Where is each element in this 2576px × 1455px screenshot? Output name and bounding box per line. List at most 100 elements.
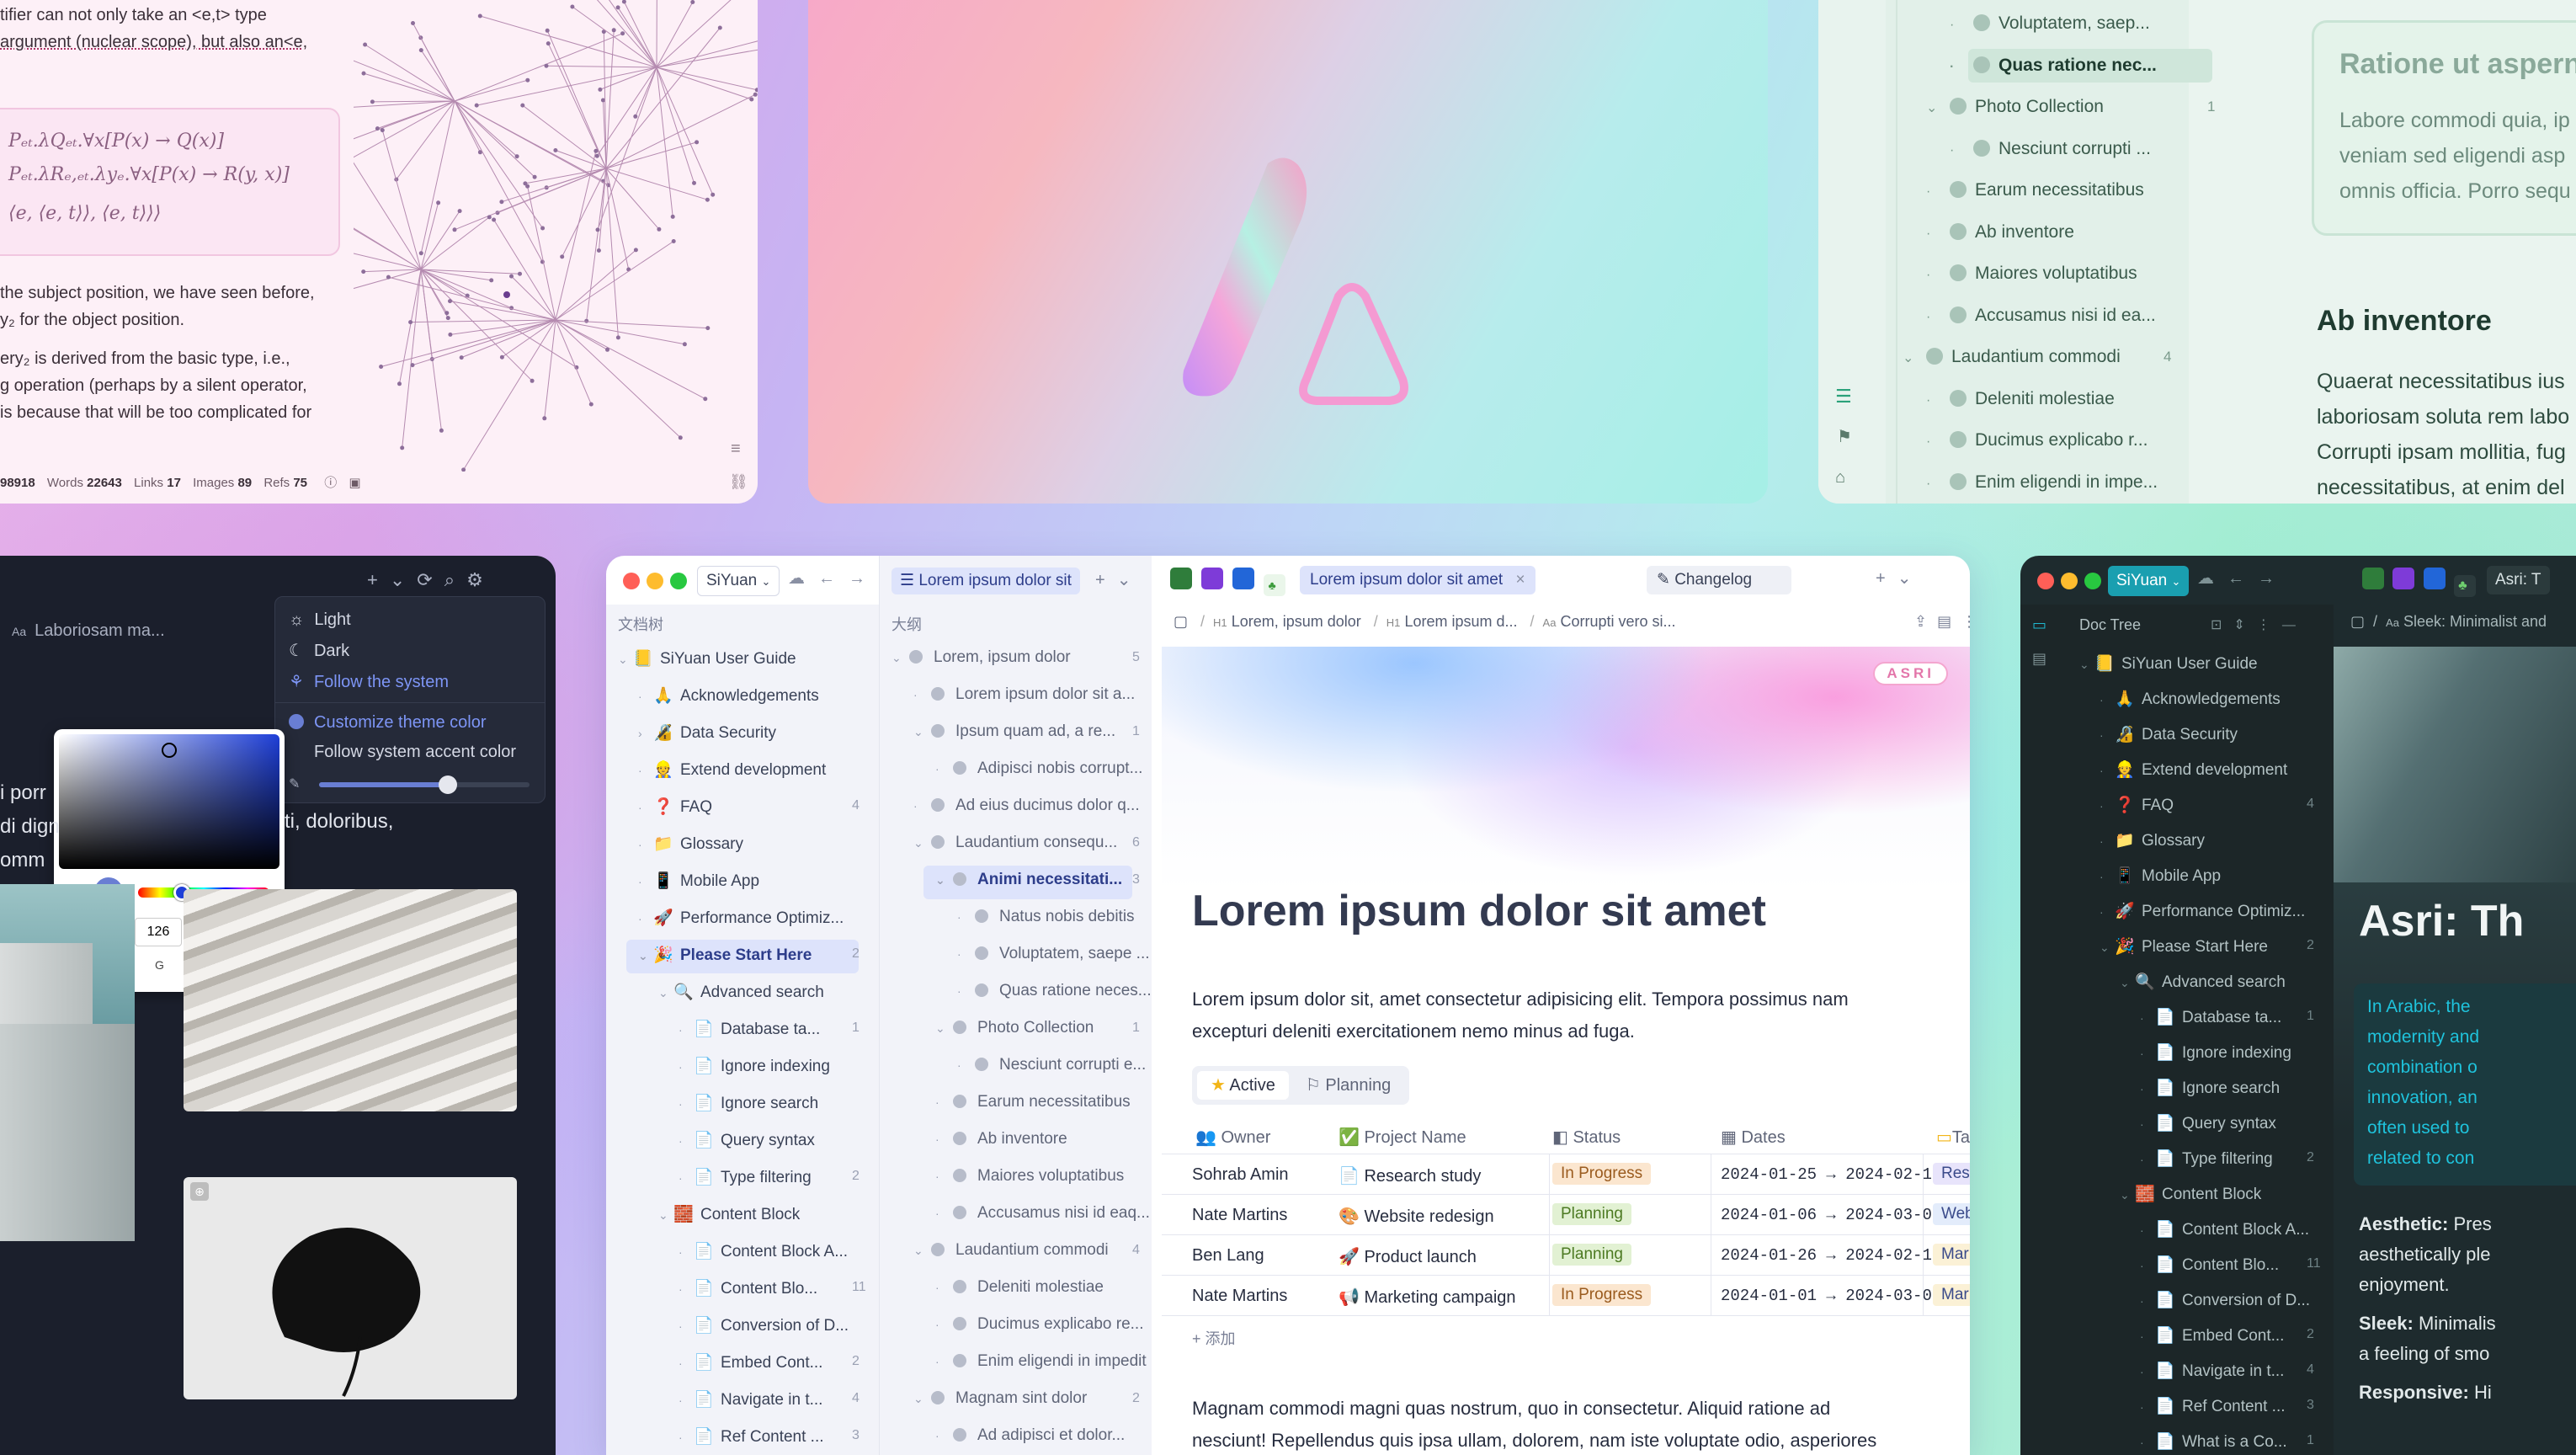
chevron-down-icon[interactable]: ⌄: [1117, 571, 1143, 589]
tag-badge[interactable]: Mar: [1933, 1244, 1970, 1266]
file-tree-item[interactable]: · 🙏 Acknowledgements: [638, 685, 819, 706]
outline-item[interactable]: ⌄ Photo Collection: [1926, 97, 2104, 117]
chevron-down-icon[interactable]: ⌄: [2079, 658, 2094, 672]
doc-tree-item[interactable]: ⌄ 🔍 Advanced search: [2120, 972, 2286, 992]
file-tree-item[interactable]: ⌄ 📒 SiYuan User Guide: [618, 648, 796, 669]
breadcrumb-item[interactable]: Sleek: Minimalist and: [2403, 613, 2547, 630]
add-icon[interactable]: +: [367, 569, 390, 590]
doc-tree-item[interactable]: · 🔏 Data Security: [2100, 724, 2238, 744]
chevron-down-icon[interactable]: ⌄: [1897, 569, 1924, 588]
cloud-icon[interactable]: ☁: [788, 569, 818, 588]
doc-tree-item[interactable]: · 📄 Conversion of D...: [2140, 1290, 2310, 1310]
col-status[interactable]: ◧ Status: [1552, 1127, 1621, 1148]
folder-dock-icon[interactable]: ▭: [2032, 616, 2046, 634]
chevron-down-icon[interactable]: ⌄: [1903, 349, 1926, 366]
forward-icon[interactable]: →: [849, 569, 879, 588]
outline-item[interactable]: · Lorem ipsum dolor sit a...: [913, 685, 1135, 704]
outline-item[interactable]: ⌄ Ipsum quam ad, a re...: [913, 722, 1115, 741]
file-tree-item[interactable]: ⌄ 🧱 Content Block: [658, 1204, 800, 1224]
cover-image[interactable]: [2334, 647, 2576, 882]
chevron-down-icon[interactable]: ⌄: [2120, 976, 2135, 990]
chevron-down-icon[interactable]: ⌄: [935, 873, 950, 887]
file-tree-item[interactable]: ⌄ 🎉 Please Start Here: [638, 945, 812, 965]
document-title[interactable]: Lorem ipsum dolor sit amet: [1192, 886, 1766, 936]
status-badge[interactable]: In Progress: [1552, 1163, 1652, 1185]
maximize-window-button[interactable]: [670, 573, 687, 589]
outline-item[interactable]: · Nesciunt corrupti e...: [957, 1056, 1146, 1074]
outline-item[interactable]: · Accusamus nisi id ea...: [1926, 306, 2156, 326]
cell-owner[interactable]: Nate Martins: [1192, 1206, 1287, 1225]
file-tree-item[interactable]: ⌄ 🔍 Advanced search: [658, 982, 824, 1002]
breadcrumb[interactable]: Aa Laboriosam ma...: [12, 621, 165, 641]
file-tree-item[interactable]: · 📁 Glossary: [638, 834, 743, 854]
doc-tree-item[interactable]: · 📄 Database ta...: [2140, 1007, 2281, 1027]
menu-item-dark[interactable]: ☾ Dark: [275, 635, 545, 666]
file-tree-item[interactable]: · 📄 Database ta...: [679, 1019, 820, 1039]
table-row[interactable]: Ben Lang 🚀 Product launch Planning 2024-01-…: [1162, 1234, 1970, 1276]
outline-item[interactable]: ⌄ Laudantium commodi: [913, 1241, 1109, 1260]
file-tree-item[interactable]: · 📄 Content Blo...: [679, 1278, 817, 1298]
workspace-selector[interactable]: SiYuan ⌄: [697, 566, 780, 596]
doc-tree-item[interactable]: · 📄 Ignore search: [2140, 1078, 2280, 1098]
outline-item[interactable]: · Ducimus explicabo re...: [935, 1315, 1143, 1334]
back-icon[interactable]: ←: [818, 569, 849, 588]
outline-item[interactable]: · Deleniti molestiae: [1926, 389, 2115, 409]
file-tree-item[interactable]: · 📄 Embed Cont...: [679, 1352, 822, 1372]
doc-tree-item[interactable]: · 📄 Embed Cont...: [2140, 1325, 2284, 1346]
cell-owner[interactable]: Ben Lang: [1192, 1246, 1264, 1266]
view-active[interactable]: ★ Active: [1197, 1071, 1289, 1100]
outline-item[interactable]: ⌄ Magnam sint dolor: [913, 1389, 1087, 1408]
outline-item[interactable]: · Ducimus explicabo r...: [1926, 430, 2148, 450]
outline-item[interactable]: ⌄ Laudantium consequ...: [913, 834, 1117, 852]
chevron-right-icon[interactable]: ›: [638, 727, 653, 740]
outline-item[interactable]: ⌄ Lorem, ipsum dolor: [891, 648, 1071, 667]
doc-tree-item[interactable]: · 📱 Mobile App: [2100, 866, 2221, 886]
file-tree-item[interactable]: · 🚀 Performance Optimiz...: [638, 908, 844, 928]
chevron-down-icon[interactable]: ⌄: [913, 725, 929, 739]
cover-image[interactable]: ASRI: [1162, 647, 1970, 891]
close-tab-icon[interactable]: ×: [1515, 571, 1525, 589]
outline-item[interactable]: · Quas ratione nec...: [1950, 56, 2157, 76]
breadcrumb-item-2[interactable]: Lorem ipsum d...: [1404, 613, 1517, 630]
file-tree-item[interactable]: · 📄 Type filtering: [679, 1167, 812, 1187]
chevron-down-icon[interactable]: ⌄: [638, 949, 653, 963]
panel-icon[interactable]: ▣: [349, 476, 360, 490]
doc-icon[interactable]: ▢: [2350, 613, 2365, 630]
file-tree-item[interactable]: · 📄 Query syntax: [679, 1130, 815, 1150]
minimize-window-button[interactable]: [647, 573, 663, 589]
outline-item[interactable]: · Enim eligendi in impedit: [935, 1352, 1147, 1371]
chevron-down-icon[interactable]: ⌄: [618, 653, 633, 667]
outline-dock-icon[interactable]: ☰: [1835, 386, 1852, 408]
outline-item[interactable]: · Ab inventore: [1926, 222, 2074, 242]
doc-tree-item[interactable]: · 📄 Type filtering: [2140, 1149, 2273, 1169]
doc-tree-item[interactable]: · 👷 Extend development: [2100, 759, 2287, 780]
workspace-selector[interactable]: SiYuan ⌄: [2108, 566, 2190, 596]
doc-tree-item[interactable]: · 📄 Navigate in t...: [2140, 1361, 2284, 1381]
file-icon[interactable]: ▤: [1937, 613, 1961, 630]
outline-item[interactable]: · Accusamus nisi id eaq...: [935, 1204, 1150, 1223]
outline-item[interactable]: · Ad adipisci et dolor...: [935, 1426, 1125, 1445]
file-tree-item[interactable]: · 📄 Ref Content ...: [679, 1426, 824, 1447]
outline-item[interactable]: · Ad eius ducimus dolor q...: [913, 797, 1140, 815]
chevron-down-icon[interactable]: ⌄: [658, 986, 673, 1000]
tag-badge[interactable]: Web: [1933, 1203, 1970, 1225]
outline-icon[interactable]: ≡: [731, 440, 741, 459]
outline-item[interactable]: · Natus nobis debitis: [957, 908, 1135, 926]
doc-tree-item[interactable]: · 📄 Content Block A...: [2140, 1219, 2309, 1239]
plugin-blue-icon[interactable]: [2423, 568, 2446, 589]
file-tree-item[interactable]: · 👷 Extend development: [638, 759, 826, 780]
plugin-purple-icon[interactable]: [2392, 568, 2415, 589]
add-row-button[interactable]: + 添加: [1192, 1327, 1236, 1349]
cell-dates[interactable]: 2024-01-01 → 2024-03-06: [1721, 1287, 1941, 1305]
search-icon[interactable]: ⌕: [444, 569, 466, 590]
cell-dates[interactable]: 2024-01-25 → 2024-02-15: [1721, 1165, 1941, 1184]
file-tree-item[interactable]: · 📱 Mobile App: [638, 871, 759, 891]
tag-badge[interactable]: Rese: [1933, 1163, 1970, 1185]
plugin-sprout-icon[interactable]: ♣: [2454, 575, 2477, 597]
outline-item[interactable]: ⌄ Animi necessitati...: [935, 871, 1122, 889]
status-badge[interactable]: Planning: [1552, 1203, 1631, 1225]
sync-icon[interactable]: ⟳: [417, 569, 444, 590]
plugin-green-icon[interactable]: [1170, 568, 1192, 589]
cell-owner[interactable]: Sohrab Amin: [1192, 1165, 1289, 1185]
tag-badge[interactable]: Mar: [1933, 1284, 1970, 1306]
